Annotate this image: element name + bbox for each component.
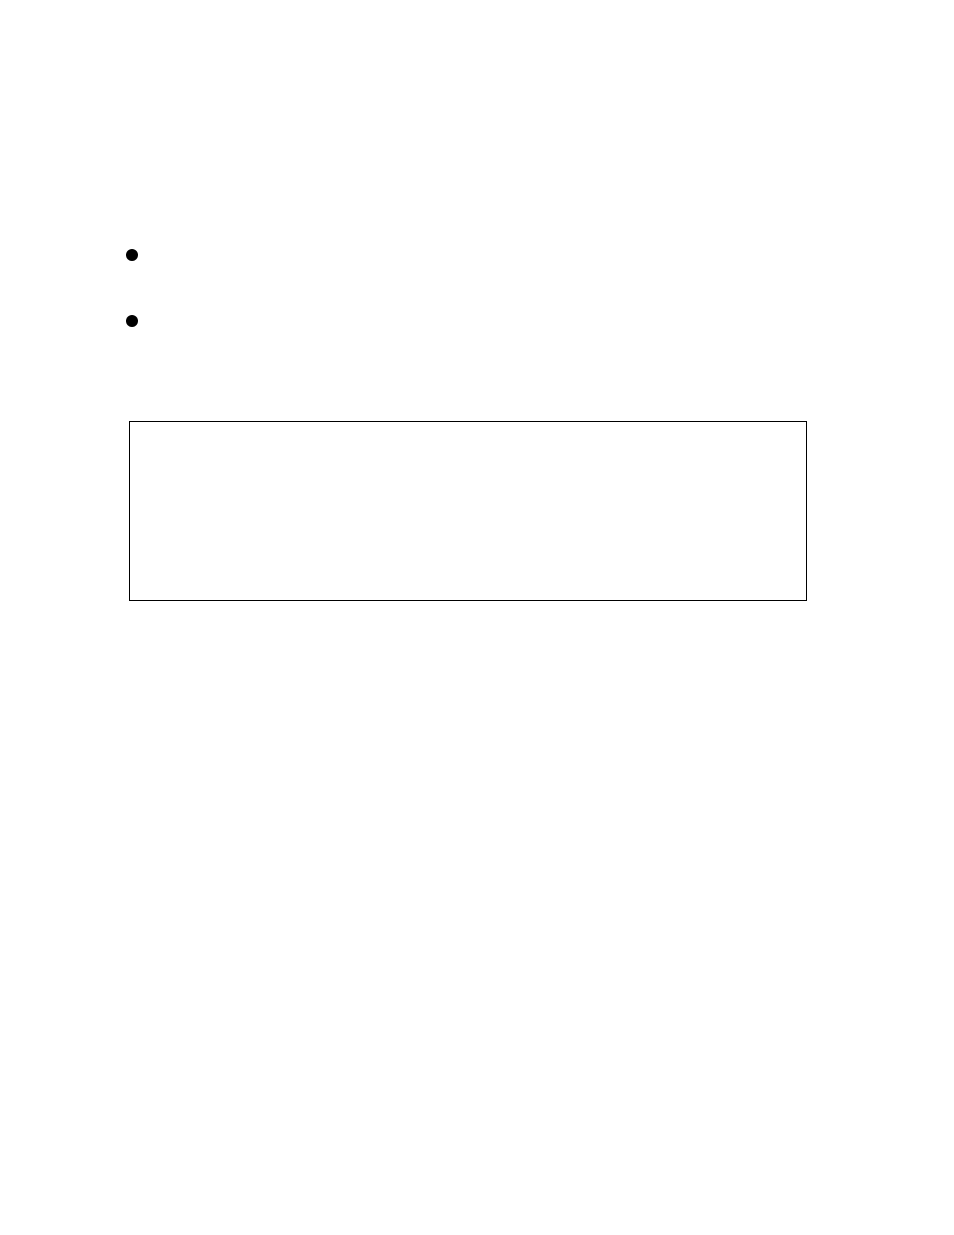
bullet-item-1	[126, 248, 138, 266]
bullet-item-2	[126, 314, 138, 332]
bullet-list	[126, 248, 138, 380]
content-box	[129, 421, 807, 601]
bullet-dot-icon	[126, 315, 138, 327]
document-page	[0, 0, 954, 1235]
bullet-dot-icon	[126, 249, 138, 261]
